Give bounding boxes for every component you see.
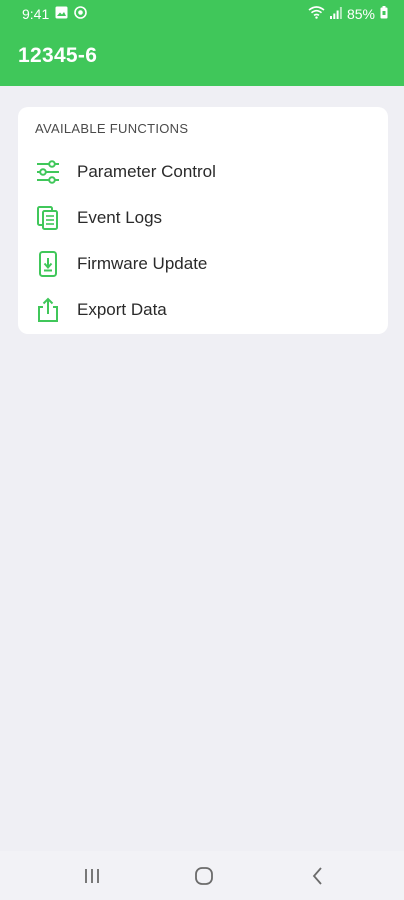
status-right: 85% bbox=[308, 6, 388, 22]
app-bar: 12345-6 bbox=[0, 28, 404, 86]
menu-item-label: Export Data bbox=[77, 300, 167, 319]
menu-item-label: Parameter Control bbox=[77, 162, 216, 181]
menu-item-label: Event Logs bbox=[77, 208, 163, 227]
menu-item-label: Firmware Update bbox=[77, 254, 208, 273]
share-icon bbox=[35, 297, 61, 323]
documents-icon bbox=[35, 205, 61, 231]
status-bar: 9:41 85% bbox=[0, 0, 404, 28]
sliders-icon bbox=[35, 159, 61, 185]
battery-text: 85% bbox=[346, 6, 375, 22]
menu-item-parameter-control[interactable]: Parameter Control bbox=[18, 149, 388, 195]
wifi-icon bbox=[308, 6, 325, 22]
menu-item-firmware-update[interactable]: Firmware Update bbox=[18, 241, 388, 287]
home-icon[interactable] bbox=[184, 863, 224, 889]
sync-icon bbox=[74, 6, 88, 22]
signal-icon bbox=[329, 6, 342, 22]
system-nav-bar bbox=[0, 851, 404, 900]
menu-item-export-data[interactable]: Export Data bbox=[18, 287, 388, 333]
back-icon[interactable] bbox=[298, 863, 338, 889]
status-time: 9:41 bbox=[22, 6, 50, 22]
page-title: 12345-6 bbox=[18, 44, 98, 67]
phone-download-icon bbox=[35, 251, 61, 277]
menu-item-event-logs[interactable]: Event Logs bbox=[18, 195, 388, 241]
battery-icon bbox=[380, 6, 388, 22]
recents-icon[interactable] bbox=[72, 863, 112, 889]
image-icon bbox=[55, 6, 68, 22]
status-left: 9:41 bbox=[22, 6, 88, 22]
functions-card-items: Parameter Control Event Logs Firmware Up… bbox=[18, 107, 388, 334]
